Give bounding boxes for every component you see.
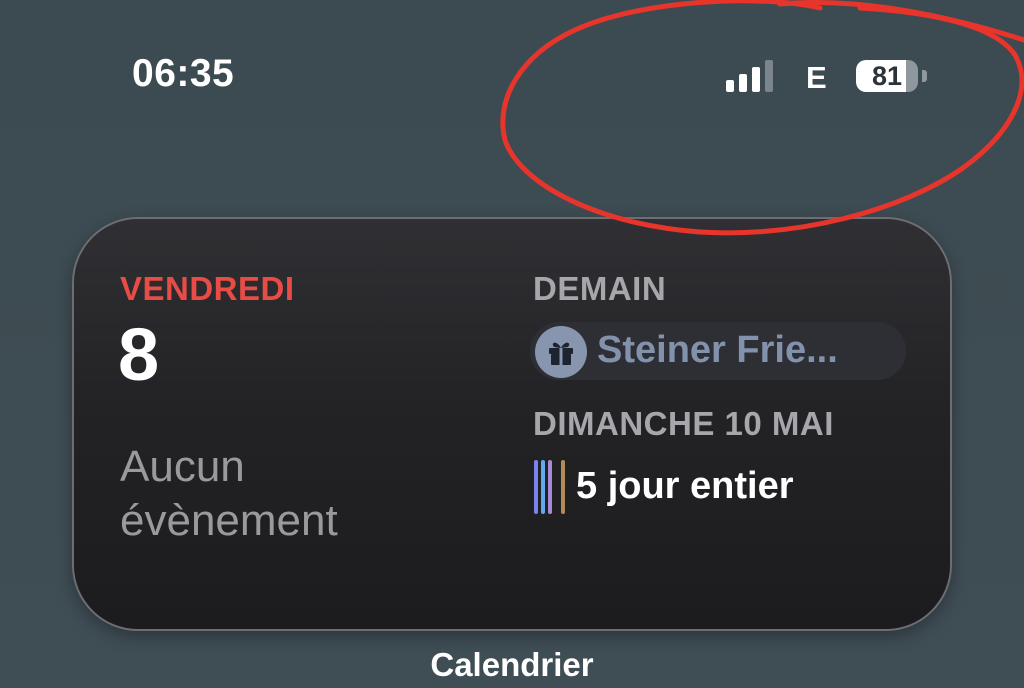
tomorrow-label: DEMAIN [533,270,667,307]
widget-day-number: 8 [118,313,160,396]
cellular-signal-icon [726,58,778,92]
allday-color-bars-icon [534,460,570,514]
widget-weekday: VENDREDI [120,270,295,307]
battery-tip [922,70,927,82]
lock-screen: 06:35 E 81 VENDREDI 8 Aucun évènement DE… [0,0,1024,688]
widget-app-label: Calendrier [430,646,594,683]
battery-icon: 81 [856,60,918,92]
no-event-line-2: évènement [120,496,338,545]
sunday-label: DIMANCHE 10 MAI [533,405,834,442]
gift-icon [535,326,587,378]
tomorrow-event-title: Steiner Frie... [597,329,838,371]
network-type-indicator: E [806,60,827,95]
battery-level: 81 [871,61,903,91]
no-event-line-1: Aucun [120,442,245,491]
allday-events-text: 5 jour entier [576,465,794,507]
status-time: 06:35 [132,52,235,95]
no-event-text: Aucun évènement [120,440,440,548]
